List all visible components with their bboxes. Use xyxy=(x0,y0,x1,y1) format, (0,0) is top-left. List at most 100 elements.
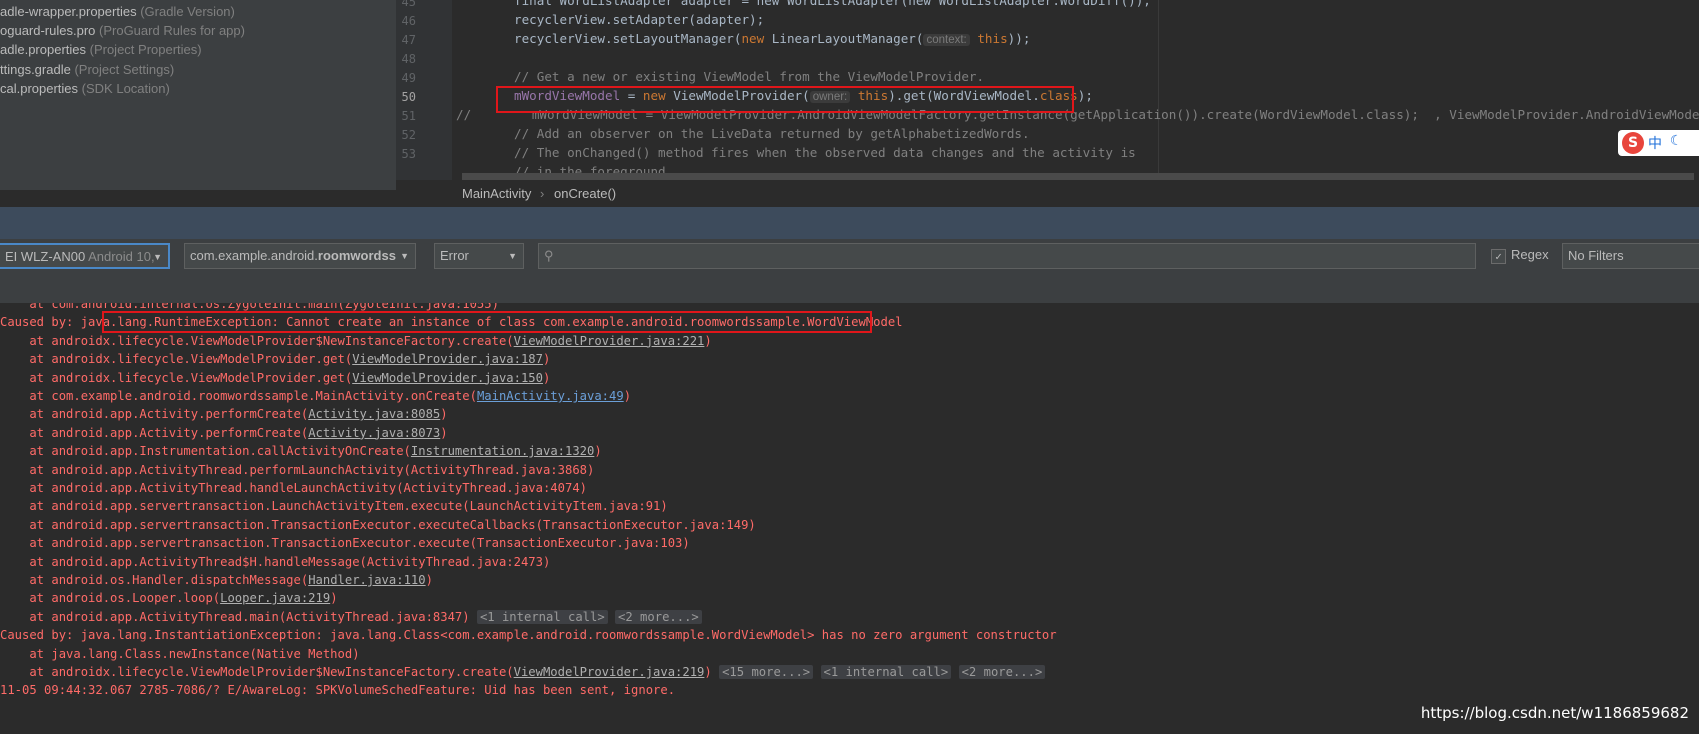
logcat-output[interactable]: at com.android.internal.os.ZygoteInit.ma… xyxy=(0,303,1699,734)
log-line: at android.app.ActivityThread.main(Activ… xyxy=(0,607,702,627)
line-number: 49 xyxy=(401,71,416,85)
log-line: 11-05 09:44:32.067 2785-7086/? E/AwareLo… xyxy=(0,680,675,700)
log-text: ) xyxy=(425,573,433,587)
code-line-46: recyclerView.setAdapter(adapter); xyxy=(514,10,764,30)
ime-language-toggle[interactable]: 中 xyxy=(1648,133,1662,153)
log-line: at android.app.ActivityThread$H.handleMe… xyxy=(0,552,550,572)
log-text: at com.example.android.roomwordssample.M… xyxy=(0,389,477,403)
regex-checkbox[interactable]: ✓ xyxy=(1491,249,1506,264)
log-line: at java.lang.Class.newInstance(Native Me… xyxy=(0,644,360,664)
ime-toolbar[interactable]: S 中 ☾ xyxy=(1618,130,1699,156)
breadcrumb-method[interactable]: onCreate() xyxy=(554,186,616,201)
log-line: at androidx.lifecycle.ViewModelProvider.… xyxy=(0,349,550,369)
tree-item-gradle-properties[interactable]: adle.properties (Project Properties) xyxy=(0,40,202,60)
filter-selector[interactable]: No Filters xyxy=(1562,243,1699,269)
logcat-title-bar xyxy=(0,207,1699,239)
log-text: ) xyxy=(542,352,551,367)
code-text: recyclerView.setLayoutManager( xyxy=(514,31,742,46)
folded-frames[interactable]: <2 more...> xyxy=(958,665,1046,679)
line-number: 48 xyxy=(401,52,416,66)
tree-item-gradle-wrapper[interactable]: adle-wrapper.properties (Gradle Version) xyxy=(0,2,235,22)
source-link[interactable]: ViewModelProvider.java:219 xyxy=(514,665,705,679)
log-line: at com.example.android.roomwordssample.M… xyxy=(0,386,631,406)
line-number-current: 50 xyxy=(401,90,416,104)
tree-item-hint: (Gradle Version) xyxy=(140,4,235,19)
source-link[interactable]: MainActivity.java:49 xyxy=(477,389,624,403)
log-line: at androidx.lifecycle.ViewModelProvider$… xyxy=(0,662,1046,682)
line-number-gutter: 45 46 47 48 49 50 51 52 53 xyxy=(396,0,452,180)
source-link[interactable]: ViewModelProvider.java:187 xyxy=(352,352,543,366)
line-number: 46 xyxy=(401,14,416,28)
logcat-toolbar: EI WLZ-AN00 Android 10, ▼ com.example.an… xyxy=(0,239,1699,304)
device-selector[interactable]: EI WLZ-AN00 Android 10, ▼ xyxy=(0,243,170,269)
log-search-input[interactable]: ⚲ xyxy=(538,243,1476,269)
keyword: new xyxy=(741,31,765,46)
tree-item-local-properties[interactable]: cal.properties (SDK Location) xyxy=(0,79,170,99)
log-text: at com.android.internal.os.ZygoteInit.ma… xyxy=(0,303,499,311)
source-link[interactable]: Handler.java:110 xyxy=(308,573,425,587)
code-line-52: // Add an observer on the LiveData retur… xyxy=(514,124,1030,144)
code-text: ); xyxy=(1077,88,1093,103)
folded-frames[interactable]: <1 internal call> xyxy=(820,665,952,679)
keyword: this xyxy=(977,31,1008,46)
code-editor[interactable]: 45 46 47 48 49 50 51 52 53 final WordLis… xyxy=(396,0,1699,180)
search-icon: ⚲ xyxy=(544,248,554,263)
code-line-47: recyclerView.setLayoutManager(new Linear… xyxy=(514,29,1030,49)
code-line-53: // The onChanged() method fires when the… xyxy=(514,143,1136,163)
source-link[interactable]: Instrumentation.java:1320 xyxy=(411,444,594,458)
log-level-selector[interactable]: Error ▼ xyxy=(434,243,524,269)
log-line: at android.app.servertransaction.Transac… xyxy=(0,533,690,553)
line-number: 47 xyxy=(401,33,416,47)
highlight-box-error xyxy=(102,311,872,334)
dropdown-arrow-icon: ▼ xyxy=(400,251,409,261)
moon-icon[interactable]: ☾ xyxy=(1670,133,1678,149)
log-text: ) xyxy=(623,389,632,403)
log-text: ) xyxy=(704,333,712,348)
editor-horizontal-scrollbar[interactable] xyxy=(462,173,1694,180)
log-text: at android.app.servertransaction.Transac… xyxy=(0,517,756,532)
log-text: at android.app.servertransaction.Transac… xyxy=(0,536,690,551)
log-text: at android.app.servertransaction.LaunchA… xyxy=(0,499,668,514)
filter-value: No Filters xyxy=(1568,248,1624,263)
log-text: at android.app.ActivityThread.performLau… xyxy=(0,462,595,477)
dropdown-arrow-icon: ▼ xyxy=(153,252,162,262)
folded-frames[interactable]: <2 more...> xyxy=(615,609,702,624)
code-text: )); xyxy=(1007,31,1031,46)
log-text: ) xyxy=(704,665,712,679)
log-line: at android.os.Handler.dispatchMessage(Ha… xyxy=(0,570,433,590)
folded-frames[interactable]: <1 internal call> xyxy=(476,609,608,624)
source-link[interactable]: Activity.java:8073 xyxy=(308,426,440,440)
breadcrumb: MainActivity › onCreate() xyxy=(396,180,1699,207)
log-text: at android.app.Activity.performCreate( xyxy=(0,407,309,422)
comment: // Get a new or existing ViewModel from … xyxy=(514,69,985,84)
code-text: final WordListAdapter adapter = new Word… xyxy=(514,0,1151,8)
parameter-hint: context: xyxy=(923,34,970,46)
tree-item-hint: (Project Settings) xyxy=(74,62,175,77)
line-number: 53 xyxy=(401,147,416,161)
source-link[interactable]: ViewModelProvider.java:221 xyxy=(514,334,705,348)
ime-logo-icon: S xyxy=(1622,132,1644,154)
log-line: at android.app.servertransaction.LaunchA… xyxy=(0,496,668,516)
tree-item-settings-gradle[interactable]: ttings.gradle (Project Settings) xyxy=(0,60,174,80)
line-number: 51 xyxy=(401,109,416,123)
log-text: at android.app.Activity.performCreate( xyxy=(0,425,309,440)
source-link[interactable]: ViewModelProvider.java:150 xyxy=(352,371,543,385)
tree-item-hint: (Project Properties) xyxy=(89,42,202,57)
log-level-value: Error xyxy=(440,248,469,263)
log-text: ) xyxy=(440,425,448,440)
tree-item-hint: (SDK Location) xyxy=(81,81,170,96)
log-text: at android.os.Looper.loop( xyxy=(0,591,221,606)
log-line: at android.app.Activity.performCreate(Ac… xyxy=(0,423,448,443)
log-text: at java.lang.Class.newInstance(Native Me… xyxy=(0,646,360,661)
source-link[interactable]: Looper.java:219 xyxy=(220,591,330,605)
package-selector[interactable]: com.example.android.roomwordss ▼ xyxy=(184,243,416,269)
tree-item-proguard[interactable]: oguard-rules.pro (ProGuard Rules for app… xyxy=(0,21,245,41)
folded-frames[interactable]: <15 more...> xyxy=(719,665,814,679)
chevron-right-icon: › xyxy=(540,186,545,201)
breadcrumb-class[interactable]: MainActivity xyxy=(462,186,531,201)
source-link[interactable]: Activity.java:8085 xyxy=(308,407,440,421)
comment: // Add an observer on the LiveData retur… xyxy=(514,126,1030,141)
tree-item-hint: (ProGuard Rules for app) xyxy=(99,23,245,38)
log-text: at androidx.lifecycle.ViewModelProvider.… xyxy=(0,352,353,367)
log-text: at android.app.Instrumentation.callActiv… xyxy=(0,444,411,459)
